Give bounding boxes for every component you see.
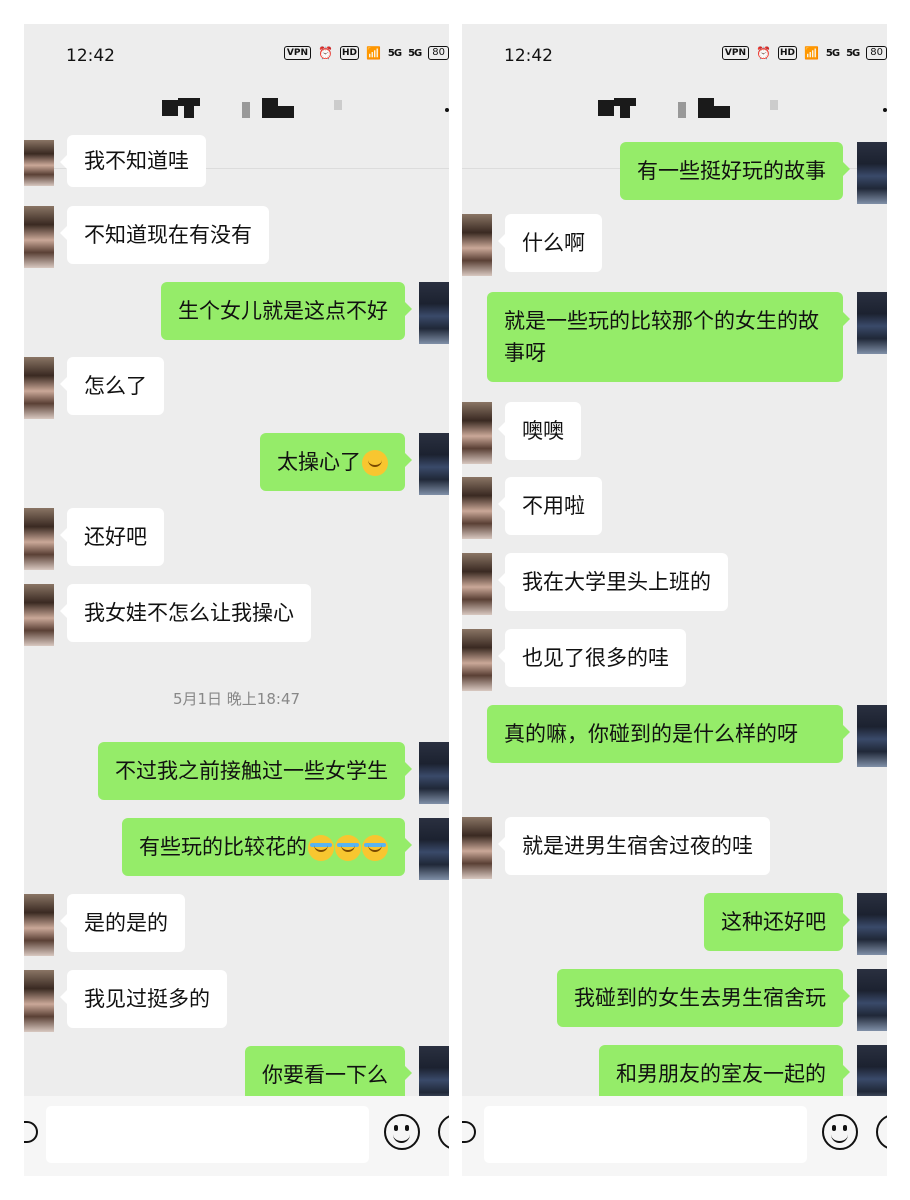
sent-message: 太操心了 [260,433,412,491]
received-message: 就是进男生宿舍过夜的哇 [498,817,770,875]
my-avatar[interactable] [419,818,449,880]
crying-laughing-icon [335,835,361,861]
contact-avatar[interactable] [24,584,54,646]
my-avatar[interactable] [857,292,887,354]
contact-avatar[interactable] [462,629,492,691]
contact-avatar[interactable] [24,894,54,956]
crying-laughing-icon [362,835,388,861]
sent-message: 我碰到的女生去男生宿舍玩 [557,969,850,1027]
sent-message: 这种还好吧 [704,893,850,951]
received-message: 我不知道哇 [60,135,206,187]
received-message: 不知道现在有没有 [60,206,269,264]
message-timestamp: 5月1日 晚上18:47 [172,690,301,708]
message-text: 有些玩的比较花的 [139,835,307,859]
plus-icon[interactable] [876,1114,887,1150]
my-avatar[interactable] [857,142,887,204]
message-text: 太操心了 [277,450,361,474]
my-avatar[interactable] [857,969,887,1031]
voice-toggle-icon[interactable] [24,1117,44,1151]
sent-message: 生个女儿就是这点不好 [161,282,412,340]
input-bar [462,1096,887,1176]
contact-avatar[interactable] [462,817,492,879]
sent-message: 有一些挺好玩的故事 [620,142,850,200]
my-avatar[interactable] [419,433,449,495]
sent-message: 就是一些玩的比较那个的女生的故事呀 [487,292,850,382]
contact-avatar[interactable] [462,477,492,539]
emoji-icon[interactable] [384,1114,420,1150]
received-message: 不用啦 [498,477,602,535]
message-list: 我不知道哇 不知道现在有没有 生个女儿就是这点不好 怎么了 太操心了 还好吧 我… [24,24,449,1176]
sent-message: 有些玩的比较花的 [122,818,412,876]
contact-avatar[interactable] [24,970,54,1032]
received-message: 什么啊 [498,214,602,272]
contact-avatar[interactable] [24,357,54,419]
sent-message: 和男朋友的室友一起的 [599,1045,850,1103]
sent-message: 不过我之前接触过一些女学生 [98,742,412,800]
plus-icon[interactable] [438,1114,449,1150]
received-message: 我在大学里头上班的 [498,553,728,611]
received-message: 我女娃不怎么让我操心 [60,584,311,642]
input-bar [24,1096,449,1176]
message-input[interactable] [484,1106,807,1163]
crying-laughing-icon [308,835,334,861]
received-message: 还好吧 [60,508,164,566]
message-list: 有一些挺好玩的故事 什么啊 就是一些玩的比较那个的女生的故事呀 噢噢 不用啦 我… [462,24,887,1176]
contact-avatar[interactable] [462,402,492,464]
my-avatar[interactable] [857,705,887,767]
sent-message: 真的嘛，你碰到的是什么样的呀 [487,705,850,763]
emoji-icon[interactable] [822,1114,858,1150]
received-message: 是的是的 [60,894,185,952]
my-avatar[interactable] [857,893,887,955]
contact-avatar[interactable] [24,508,54,570]
contact-avatar[interactable] [24,206,54,268]
my-avatar[interactable] [419,742,449,804]
my-avatar[interactable] [419,282,449,344]
voice-toggle-icon[interactable] [462,1117,482,1151]
message-input[interactable] [46,1106,369,1163]
received-message: 也见了很多的哇 [498,629,686,687]
chat-screenshot-left: 12:42 VPN ⏰ HD 📶 5G 5G 80 我不知道哇 不知道现在有没有… [24,24,449,1176]
received-message: 噢噢 [498,402,581,460]
contact-avatar[interactable] [462,553,492,615]
received-message: 我见过挺多的 [60,970,227,1028]
received-message: 怎么了 [60,357,164,415]
contact-avatar[interactable] [462,214,492,276]
thinking-face-icon [362,450,388,476]
chat-screenshot-right: 12:42 VPN ⏰ HD 📶 5G 5G 80 有一些挺好玩的故事 什么啊 … [462,24,887,1176]
contact-avatar[interactable] [24,140,54,186]
